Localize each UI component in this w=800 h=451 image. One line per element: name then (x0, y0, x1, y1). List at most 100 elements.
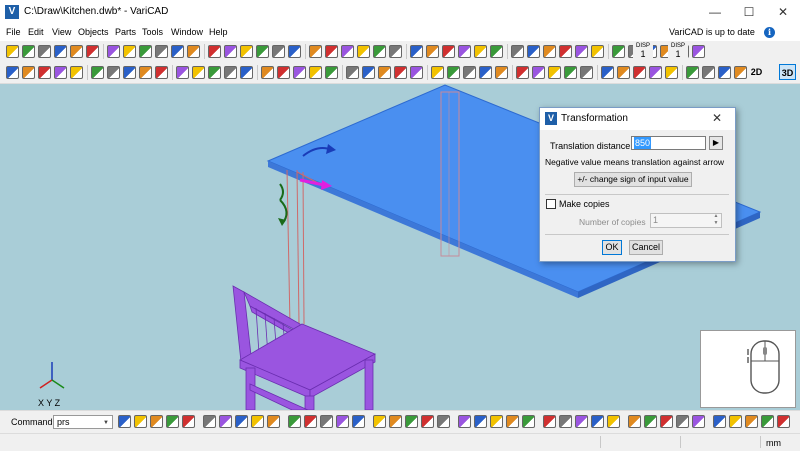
modify-tool-icon[interactable] (123, 66, 136, 79)
command-tool-icon[interactable] (373, 415, 386, 428)
modify-tool-icon[interactable] (54, 66, 67, 79)
main-tool-icon[interactable] (256, 45, 269, 58)
main-tool-icon[interactable] (692, 45, 705, 58)
main-tool-icon[interactable] (490, 45, 503, 58)
command-tool-icon[interactable] (437, 415, 450, 428)
command-tool-icon[interactable] (729, 415, 742, 428)
modify-tool-icon[interactable] (447, 66, 460, 79)
close-button[interactable]: ✕ (766, 0, 800, 24)
menu-parts[interactable]: Parts (115, 27, 136, 37)
main-tool-icon[interactable] (442, 45, 455, 58)
chevron-down-icon[interactable]: ▼ (103, 420, 109, 426)
2d-view-button[interactable]: 2D (748, 64, 765, 80)
modify-tool-icon[interactable] (107, 66, 120, 79)
main-tool-icon[interactable] (272, 45, 285, 58)
main-tool-icon[interactable] (22, 45, 35, 58)
modify-tool-icon[interactable] (293, 66, 306, 79)
minimize-button[interactable]: — (698, 0, 732, 24)
command-tool-icon[interactable] (405, 415, 418, 428)
cancel-button[interactable]: Cancel (629, 240, 663, 255)
modify-tool-icon[interactable] (649, 66, 662, 79)
3d-view-button[interactable]: 3D (779, 64, 796, 80)
menu-help[interactable]: Help (209, 27, 228, 37)
modify-tool-icon[interactable] (192, 66, 205, 79)
modify-tool-icon[interactable] (665, 66, 678, 79)
main-tool-icon[interactable] (559, 45, 572, 58)
command-tool-icon[interactable] (251, 415, 264, 428)
info-icon[interactable]: i (764, 27, 775, 38)
menu-tools[interactable]: Tools (142, 27, 163, 37)
main-tool-icon[interactable] (208, 45, 221, 58)
menu-file[interactable]: File (6, 27, 21, 37)
make-copies-label[interactable]: Make copies (559, 199, 610, 209)
command-tool-icon[interactable] (336, 415, 349, 428)
command-tool-icon[interactable] (219, 415, 232, 428)
main-tool-icon[interactable] (86, 45, 99, 58)
modify-tool-icon[interactable] (564, 66, 577, 79)
main-tool-icon[interactable] (187, 45, 200, 58)
main-tool-icon[interactable] (171, 45, 184, 58)
command-tool-icon[interactable] (304, 415, 317, 428)
modify-tool-icon[interactable] (277, 66, 290, 79)
command-tool-icon[interactable] (713, 415, 726, 428)
copies-spinner[interactable]: ▲ ▼ (710, 213, 722, 228)
main-tool-icon[interactable] (575, 45, 588, 58)
command-tool-icon[interactable] (235, 415, 248, 428)
modify-tool-icon[interactable] (516, 66, 529, 79)
modify-tool-icon[interactable] (325, 66, 338, 79)
main-tool-icon[interactable] (107, 45, 120, 58)
command-tool-icon[interactable] (320, 415, 333, 428)
command-tool-icon[interactable] (692, 415, 705, 428)
command-tool-icon[interactable] (676, 415, 689, 428)
command-tool-icon[interactable] (150, 415, 163, 428)
modify-tool-icon[interactable] (309, 66, 322, 79)
command-tool-icon[interactable] (660, 415, 673, 428)
command-tool-icon[interactable] (182, 415, 195, 428)
modify-tool-icon[interactable] (601, 66, 614, 79)
modify-tool-icon[interactable] (580, 66, 593, 79)
command-tool-icon[interactable] (543, 415, 556, 428)
command-tool-icon[interactable] (761, 415, 774, 428)
command-tool-icon[interactable] (777, 415, 790, 428)
modify-tool-icon[interactable] (208, 66, 221, 79)
translation-distance-input[interactable]: 850 (631, 136, 706, 150)
command-tool-icon[interactable] (203, 415, 216, 428)
modify-tool-icon[interactable] (240, 66, 253, 79)
modify-tool-icon[interactable] (686, 66, 699, 79)
modify-tool-icon[interactable] (224, 66, 237, 79)
modify-tool-icon[interactable] (394, 66, 407, 79)
main-tool-icon[interactable] (309, 45, 322, 58)
menu-view[interactable]: View (52, 27, 71, 37)
modify-tool-icon[interactable] (346, 66, 359, 79)
main-tool-icon[interactable] (155, 45, 168, 58)
modify-tool-icon[interactable] (362, 66, 375, 79)
main-tool-icon[interactable] (527, 45, 540, 58)
command-tool-icon[interactable] (506, 415, 519, 428)
modify-tool-icon[interactable] (495, 66, 508, 79)
main-tool-icon[interactable] (426, 45, 439, 58)
menu-edit[interactable]: Edit (28, 27, 44, 37)
main-tool-icon[interactable] (288, 45, 301, 58)
main-tool-icon[interactable] (224, 45, 237, 58)
command-tool-icon[interactable] (591, 415, 604, 428)
modify-tool-icon[interactable] (22, 66, 35, 79)
modify-tool-icon[interactable] (617, 66, 630, 79)
ok-button[interactable]: OK (602, 240, 622, 255)
main-tool-icon[interactable] (458, 45, 471, 58)
display-mode-indicator[interactable]: DISP 1 (633, 42, 653, 61)
change-sign-button[interactable]: +/- change sign of input value (574, 172, 692, 187)
command-tool-icon[interactable] (628, 415, 641, 428)
maximize-button[interactable]: ☐ (732, 0, 766, 24)
main-tool-icon[interactable] (591, 45, 604, 58)
main-tool-icon[interactable] (70, 45, 83, 58)
modify-tool-icon[interactable] (378, 66, 391, 79)
main-tool-icon[interactable] (474, 45, 487, 58)
modify-tool-icon[interactable] (734, 66, 747, 79)
main-tool-icon[interactable] (612, 45, 625, 58)
modify-tool-icon[interactable] (410, 66, 423, 79)
command-tool-icon[interactable] (421, 415, 434, 428)
modify-tool-icon[interactable] (91, 66, 104, 79)
main-tool-icon[interactable] (410, 45, 423, 58)
main-tool-icon[interactable] (373, 45, 386, 58)
command-tool-icon[interactable] (288, 415, 301, 428)
